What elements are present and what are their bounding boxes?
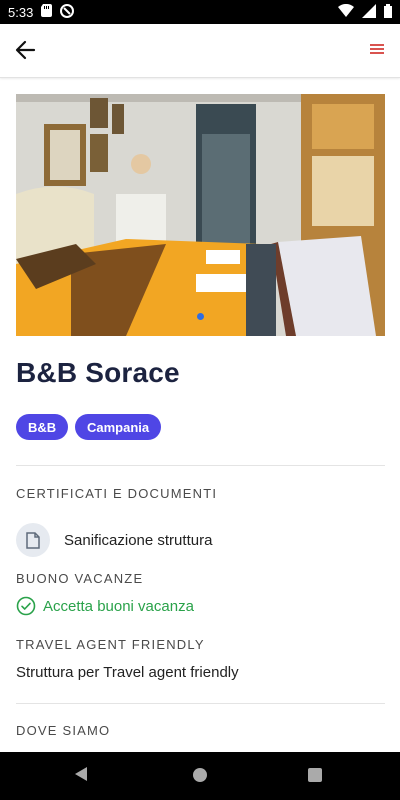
status-bar: 5:33	[0, 0, 400, 24]
carousel-indicators	[0, 313, 400, 320]
nav-back-icon[interactable]	[75, 767, 87, 781]
menu-line	[370, 52, 384, 54]
nav-home-icon[interactable]	[193, 768, 207, 782]
travel-section-label: TRAVEL AGENT FRIENDLY	[16, 637, 205, 652]
menu-line	[370, 48, 384, 50]
menu-line	[370, 44, 384, 46]
document-icon	[26, 531, 40, 549]
wifi-icon	[338, 3, 354, 20]
signal-icon	[362, 3, 376, 21]
divider	[16, 465, 385, 466]
back-button[interactable]	[14, 39, 40, 63]
property-title: B&B Sorace	[16, 357, 180, 388]
menu-button[interactable]	[370, 44, 384, 56]
nav-recents-icon[interactable]	[308, 768, 322, 782]
certificato-item: Sanificazione struttura	[64, 532, 213, 549]
travel-value: Struttura per Travel agent friendly	[16, 664, 239, 681]
certificati-section-label: CERTIFICATI E DOCUMENTI	[16, 486, 218, 501]
carousel-dot-active[interactable]	[196, 313, 204, 320]
tag-chip-region[interactable]: Campania	[75, 414, 162, 440]
app-bar	[0, 24, 400, 78]
bedroom-image	[16, 94, 385, 336]
check-circle-icon	[16, 596, 36, 621]
status-left: 5:33	[8, 3, 75, 21]
system-nav-bar	[0, 752, 400, 800]
status-time: 5:33	[8, 4, 34, 20]
sd-card-icon	[41, 4, 53, 20]
divider	[16, 703, 385, 704]
property-photo[interactable]	[16, 94, 385, 336]
status-right	[338, 3, 392, 21]
dove-section-label: DOVE SIAMO	[16, 723, 111, 738]
document-icon-wrapper	[16, 523, 50, 557]
buono-section-label: BUONO VACANZE	[16, 571, 144, 586]
battery-icon	[384, 3, 392, 21]
buono-value: Accetta buoni vacanza	[43, 598, 194, 615]
no-disturb-icon	[60, 3, 75, 21]
arrow-left-icon	[15, 40, 36, 60]
tag-chip-type[interactable]: B&B	[16, 414, 69, 440]
